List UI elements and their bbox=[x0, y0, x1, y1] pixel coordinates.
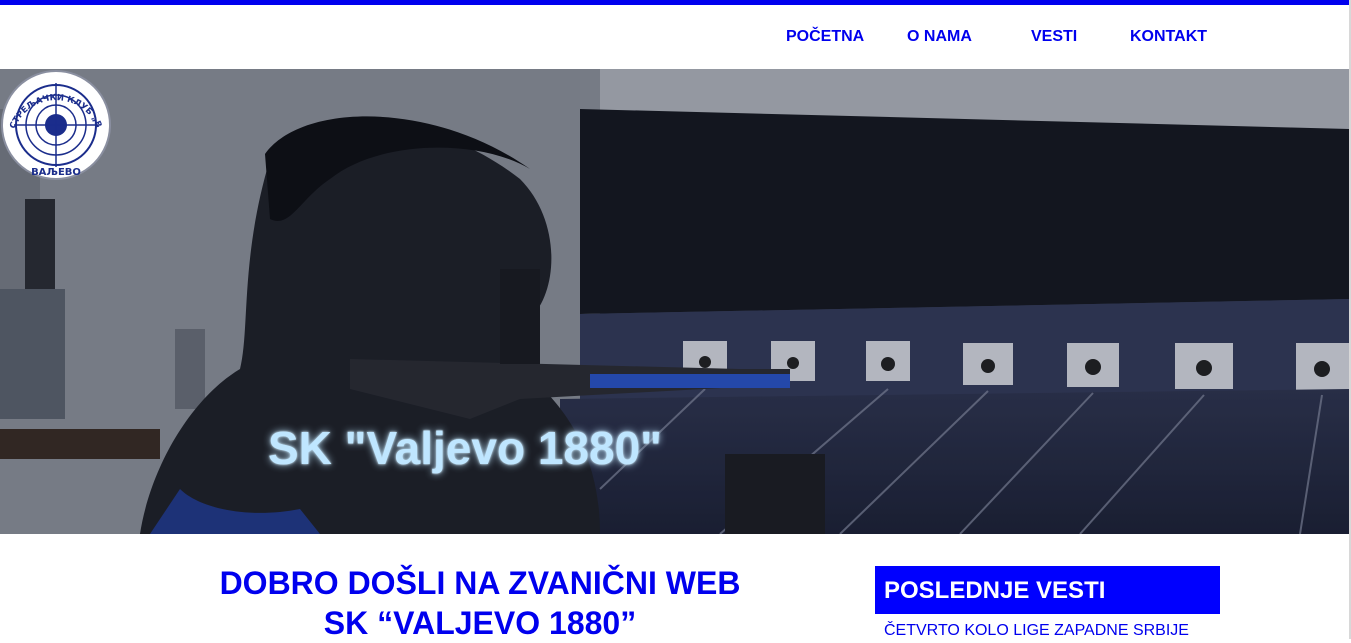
hero-title: SK "Valjevo 1880" bbox=[268, 422, 662, 474]
nav-link-o-nama[interactable]: O NAMA bbox=[907, 28, 972, 46]
welcome-line-1: DOBRO DOŠLI NA ZVANIČNI WEB bbox=[219, 565, 741, 601]
nav-link-pocetna[interactable]: POČETNA bbox=[786, 28, 864, 46]
nav-link-kontakt[interactable]: KONTAKT bbox=[1130, 28, 1207, 46]
logo-city-text: ВАЉЕВО bbox=[31, 167, 81, 178]
hero-banner: СТРЕЉАЧКИ КЛУБ „ВАЉЕВО 1880" ВАЉЕВО SK "… bbox=[0, 69, 1349, 534]
nav-link-vesti[interactable]: VESTI bbox=[1031, 28, 1077, 46]
news-item-link[interactable]: ČETVRTO KOLO LIGE ZAPADNE SRBIJE bbox=[884, 622, 1189, 640]
latest-news-heading: POSLEDNJE VESTI bbox=[884, 577, 1106, 604]
latest-news-heading-box: POSLEDNJE VESTI bbox=[875, 566, 1220, 614]
main-nav: POČETNA O NAMA VESTI KONTAKT bbox=[0, 5, 1349, 69]
hero-photo-shooting-range bbox=[0, 69, 1349, 534]
welcome-heading: DOBRO DOŠLI NA ZVANIČNI WEB SK “VALJEVO … bbox=[140, 563, 820, 643]
welcome-line-2: SK “VALJEVO 1880” bbox=[323, 605, 637, 641]
club-logo: СТРЕЉАЧКИ КЛУБ „ВАЉЕВО 1880" ВАЉЕВО bbox=[0, 69, 111, 180]
